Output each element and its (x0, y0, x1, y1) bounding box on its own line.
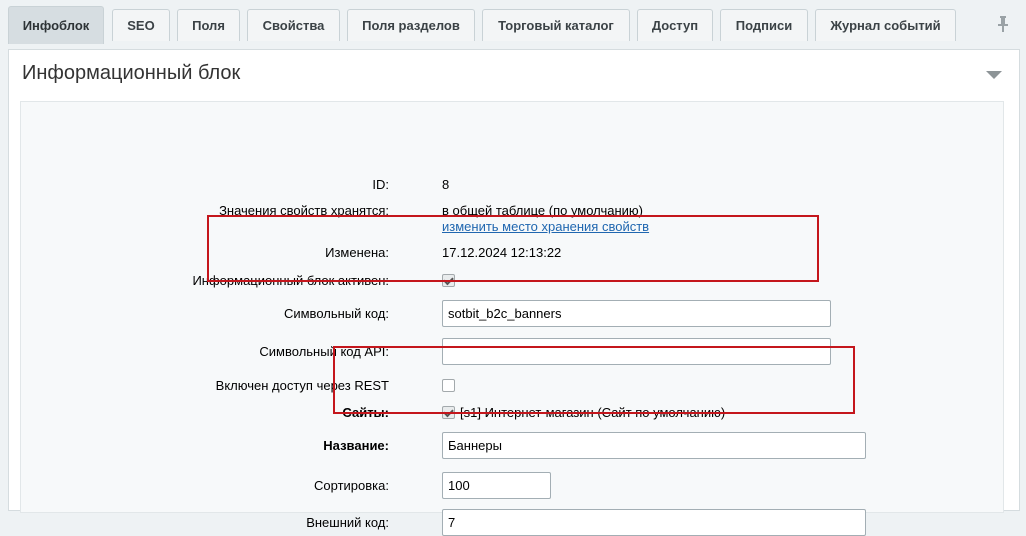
id-value: 8 (442, 177, 450, 192)
sort-input[interactable] (442, 472, 551, 499)
pin-icon[interactable] (993, 14, 1013, 34)
tab-seo[interactable]: SEO (112, 9, 170, 41)
name-label: Название: (323, 438, 389, 453)
tab-access[interactable]: Доступ (637, 9, 713, 41)
panel-header: Информационный блок (9, 50, 1019, 100)
tab-bar: Инфоблок SEO Поля Свойства Поля разделов… (0, 0, 1026, 50)
highlight-frame-active-code (207, 215, 819, 282)
triangle-down-icon[interactable] (986, 71, 1002, 79)
external-code-label: Внешний код: (306, 515, 389, 530)
highlight-frame-sites-name (333, 346, 855, 414)
name-input[interactable] (442, 432, 866, 459)
id-label: ID: (372, 177, 389, 192)
section-title: Информационный блок (22, 62, 241, 84)
code-label: Символьный код: (283, 306, 389, 321)
tab-fields[interactable]: Поля (177, 9, 240, 41)
tab-event-log[interactable]: Журнал событий (815, 9, 956, 41)
tab-infoblock[interactable]: Инфоблок (8, 6, 104, 44)
external-code-input[interactable] (442, 509, 866, 536)
tab-section-fields[interactable]: Поля разделов (347, 9, 475, 41)
code-input[interactable] (442, 300, 831, 327)
form-area: ID: 8 Значения свойств хранятся: в общей… (20, 101, 1004, 536)
tab-trade-catalog[interactable]: Торговый каталог (482, 9, 630, 41)
tab-properties[interactable]: Свойства (247, 9, 340, 41)
sort-label: Сортировка: (314, 478, 389, 493)
tab-captions[interactable]: Подписи (720, 9, 808, 41)
